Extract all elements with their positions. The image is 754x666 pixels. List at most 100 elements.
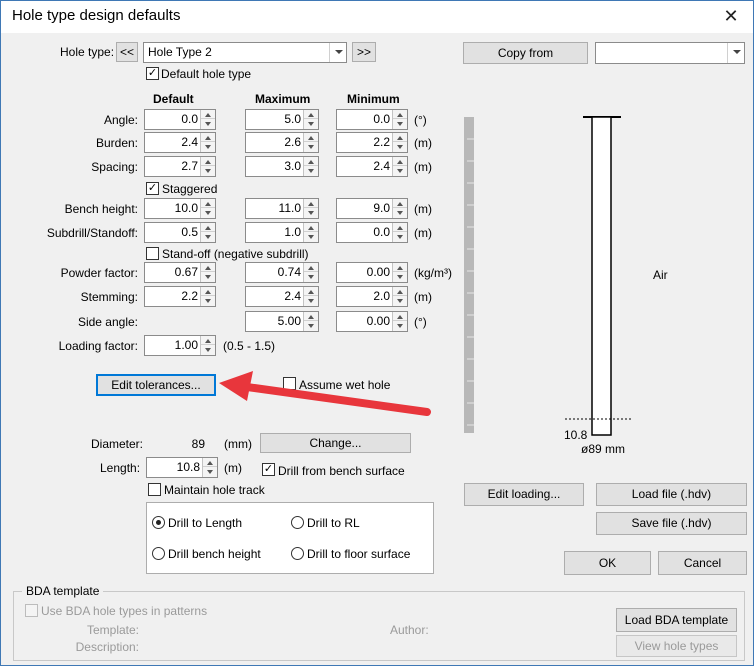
length-spinbox[interactable]: 10.8 (146, 457, 218, 478)
spin-up-icon[interactable] (201, 199, 215, 208)
spin-up-icon[interactable] (304, 157, 318, 166)
side-angle-maximum-spinbox[interactable]: 5.00 (245, 311, 319, 332)
spin-up-icon[interactable] (304, 263, 318, 272)
close-icon[interactable]: ✕ (719, 4, 743, 28)
burden-default-spinbox[interactable]: 2.4 (144, 132, 216, 153)
spin-up-icon[interactable] (393, 287, 407, 296)
drill-to-floor-surface-radio[interactable] (291, 547, 304, 560)
powder-factor-maximum-spinbox[interactable]: 0.74 (245, 262, 319, 283)
copy-from-combo[interactable] (595, 42, 745, 64)
spin-down-icon[interactable] (201, 143, 215, 152)
spin-down-icon[interactable] (393, 209, 407, 218)
copy-from-button[interactable]: Copy from (463, 42, 588, 64)
spin-up-icon[interactable] (393, 133, 407, 142)
spacing-maximum-spinbox[interactable]: 3.0 (245, 156, 319, 177)
spin-up-icon[interactable] (304, 312, 318, 321)
spin-up-icon[interactable] (304, 110, 318, 119)
spin-up-icon[interactable] (201, 133, 215, 142)
spin-down-icon[interactable] (201, 273, 215, 282)
drill-to-rl-radio[interactable] (291, 516, 304, 529)
spin-down-icon[interactable] (393, 143, 407, 152)
spacing-default-spinbox[interactable]: 2.7 (144, 156, 216, 177)
spin-down-icon[interactable] (201, 346, 215, 355)
side-angle-minimum-spinbox[interactable]: 0.00 (336, 311, 408, 332)
cancel-button[interactable]: Cancel (658, 551, 747, 575)
standoff-checkbox[interactable] (146, 247, 159, 260)
edit-tolerances-button[interactable]: Edit tolerances... (96, 374, 216, 396)
stemming-maximum-spinbox[interactable]: 2.4 (245, 286, 319, 307)
drill-bench-height-radio[interactable] (152, 547, 165, 560)
spin-down-icon[interactable] (393, 120, 407, 129)
change-diameter-button[interactable]: Change... (260, 433, 411, 453)
spin-down-icon[interactable] (304, 273, 318, 282)
spin-up-icon[interactable] (201, 336, 215, 345)
spin-down-icon[interactable] (304, 209, 318, 218)
angle-default-spinbox[interactable]: 0.0 (144, 109, 216, 130)
spin-down-icon[interactable] (304, 167, 318, 176)
stemming-minimum-spinbox[interactable]: 2.0 (336, 286, 408, 307)
load-bda-template-button[interactable]: Load BDA template (616, 608, 737, 632)
spin-down-icon[interactable] (393, 233, 407, 242)
load-file-button[interactable]: Load file (.hdv) (596, 483, 747, 506)
spin-down-icon[interactable] (304, 297, 318, 306)
spin-down-icon[interactable] (203, 468, 217, 477)
spin-down-icon[interactable] (304, 143, 318, 152)
loading-factor-spinbox[interactable]: 1.00 (144, 335, 216, 356)
powder-factor-default-spinbox[interactable]: 0.67 (144, 262, 216, 283)
prev-hole-type-button[interactable]: << (116, 42, 138, 62)
staggered-checkbox[interactable]: ✓ (146, 182, 159, 195)
spin-up-icon[interactable] (393, 110, 407, 119)
subdrill-standoff-default-spinbox[interactable]: 0.5 (144, 222, 216, 243)
edit-loading-button[interactable]: Edit loading... (464, 483, 584, 506)
chevron-down-icon[interactable] (329, 43, 346, 62)
spin-up-icon[interactable] (393, 312, 407, 321)
default-hole-type-checkbox[interactable]: ✓ (146, 67, 159, 80)
spin-up-icon[interactable] (393, 157, 407, 166)
spin-up-icon[interactable] (201, 263, 215, 272)
hole-type-combo[interactable]: Hole Type 2 (143, 42, 347, 63)
view-hole-types-button[interactable]: View hole types (616, 635, 737, 657)
spin-down-icon[interactable] (304, 120, 318, 129)
spin-down-icon[interactable] (393, 273, 407, 282)
maintain-hole-track-checkbox[interactable] (148, 483, 161, 496)
spin-up-icon[interactable] (201, 287, 215, 296)
chevron-down-icon[interactable] (727, 43, 744, 63)
drill-from-bench-checkbox[interactable]: ✓ (262, 463, 275, 476)
powder-factor-minimum-spinbox[interactable]: 0.00 (336, 262, 408, 283)
stemming-default-spinbox[interactable]: 2.2 (144, 286, 216, 307)
spin-up-icon[interactable] (201, 223, 215, 232)
angle-maximum-spinbox[interactable]: 5.0 (245, 109, 319, 130)
burden-maximum-spinbox[interactable]: 2.6 (245, 132, 319, 153)
spin-up-icon[interactable] (393, 199, 407, 208)
spin-down-icon[interactable] (201, 120, 215, 129)
spin-up-icon[interactable] (393, 263, 407, 272)
spin-down-icon[interactable] (201, 209, 215, 218)
spin-down-icon[interactable] (304, 233, 318, 242)
bench-height-default-spinbox[interactable]: 10.0 (144, 198, 216, 219)
drill-to-length-radio[interactable] (152, 516, 165, 529)
angle-minimum-spinbox[interactable]: 0.0 (336, 109, 408, 130)
spin-up-icon[interactable] (304, 133, 318, 142)
spin-up-icon[interactable] (304, 199, 318, 208)
spin-down-icon[interactable] (304, 322, 318, 331)
spin-down-icon[interactable] (201, 233, 215, 242)
bench-height-maximum-spinbox[interactable]: 11.0 (245, 198, 319, 219)
next-hole-type-button[interactable]: >> (352, 42, 376, 62)
burden-minimum-spinbox[interactable]: 2.2 (336, 132, 408, 153)
spin-up-icon[interactable] (201, 110, 215, 119)
spin-down-icon[interactable] (393, 167, 407, 176)
spin-down-icon[interactable] (393, 297, 407, 306)
spin-down-icon[interactable] (201, 167, 215, 176)
spacing-minimum-spinbox[interactable]: 2.4 (336, 156, 408, 177)
spin-up-icon[interactable] (393, 223, 407, 232)
subdrill-standoff-minimum-spinbox[interactable]: 0.0 (336, 222, 408, 243)
save-file-button[interactable]: Save file (.hdv) (596, 512, 747, 535)
bench-height-minimum-spinbox[interactable]: 9.0 (336, 198, 408, 219)
spin-up-icon[interactable] (203, 458, 217, 467)
spin-down-icon[interactable] (201, 297, 215, 306)
spin-up-icon[interactable] (304, 287, 318, 296)
subdrill-standoff-maximum-spinbox[interactable]: 1.0 (245, 222, 319, 243)
spin-up-icon[interactable] (201, 157, 215, 166)
ok-button[interactable]: OK (564, 551, 651, 575)
spin-up-icon[interactable] (304, 223, 318, 232)
